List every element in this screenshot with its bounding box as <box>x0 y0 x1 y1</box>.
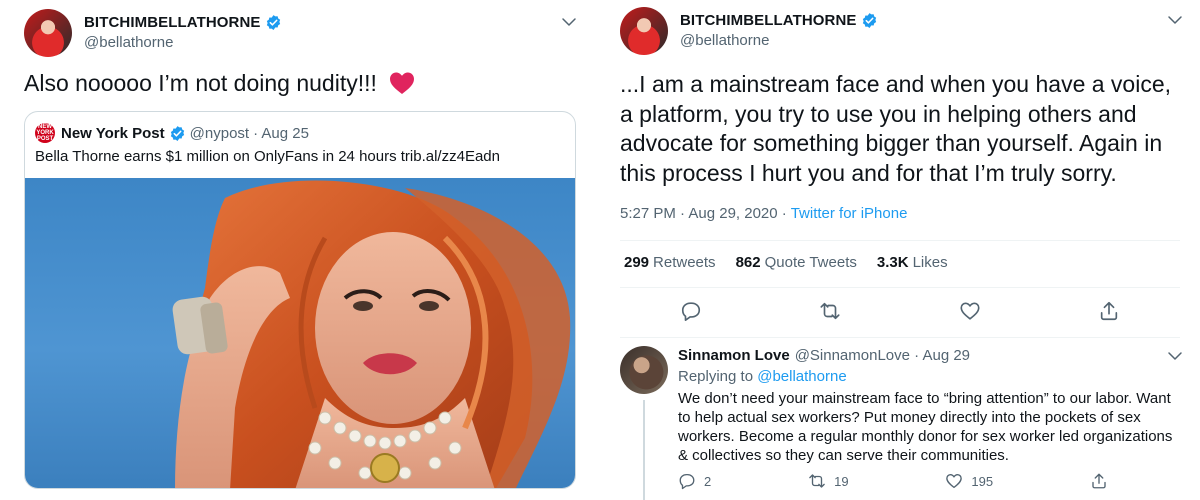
retweet-count: 19 <box>834 473 849 489</box>
portrait-photo-illustration <box>172 180 571 488</box>
reply-author-row[interactable]: Sinnamon Love @SinnamonLove · Aug 29 <box>678 347 970 364</box>
chevron-down-icon[interactable] <box>1166 11 1184 29</box>
tweet-stats: 299 Retweets 862 Quote Tweets 3.3K Likes <box>624 254 948 271</box>
share-icon <box>1092 473 1106 489</box>
heart-emoji-icon <box>390 72 415 94</box>
quoted-tweet-photo[interactable] <box>25 178 575 488</box>
author-name-row[interactable]: BITCHIMBELLATHORNE <box>680 12 878 29</box>
quoted-tweet-text: Bella Thorne earns $1 million on OnlyFan… <box>35 148 500 165</box>
quoted-author-name[interactable]: New York Post <box>61 125 165 142</box>
left-tweet-panel: BITCHIMBELLATHORNE @bellathorne Also noo… <box>0 0 600 500</box>
quoted-tweet-date: · Aug 25 <box>253 124 309 142</box>
like-count: 195 <box>971 473 994 489</box>
like-icon[interactable] <box>959 300 981 322</box>
tweet-source-link[interactable]: Twitter for iPhone <box>791 205 908 222</box>
chevron-down-icon[interactable] <box>1166 347 1184 365</box>
likes-count: 3.3K <box>876 254 909 271</box>
verified-badge-icon <box>266 15 280 30</box>
verified-badge-icon <box>862 13 876 28</box>
divider <box>620 287 1180 288</box>
retweets-label: Retweets <box>653 254 716 271</box>
tweet-text: Also nooooo I’m not doing nudity!!! <box>24 70 415 97</box>
reply-retweet-action[interactable]: 19 <box>808 472 849 490</box>
replying-to-handle-link[interactable]: @bellathorne <box>757 368 846 385</box>
reply-avatar[interactable] <box>620 346 668 394</box>
replying-to-label: Replying to <box>678 368 754 385</box>
author-handle[interactable]: @bellathorne <box>680 32 769 49</box>
verified-badge-icon <box>170 125 184 141</box>
reply-count: 2 <box>704 473 712 489</box>
likes-label: Likes <box>912 254 948 271</box>
divider <box>620 240 1180 241</box>
author-display-name[interactable]: BITCHIMBELLATHORNE <box>680 12 857 29</box>
chevron-down-icon[interactable] <box>560 13 578 31</box>
tweet-text-content: Also nooooo I’m not doing nudity!!! <box>24 70 377 96</box>
avatar[interactable] <box>620 7 668 55</box>
like-icon <box>946 474 963 489</box>
reply-text: We don’t need your mainstream face to “b… <box>678 390 1173 464</box>
reply-author-name[interactable]: Sinnamon Love <box>678 347 790 364</box>
quoted-tweet-card[interactable]: NEW YORK POST New York Post @nypost · Au… <box>24 111 576 489</box>
retweets-count: 299 <box>624 254 650 271</box>
quoted-author-handle[interactable]: @nypost <box>190 125 249 142</box>
tweet-meta: 5:27 PM · Aug 29, 2020 · Twitter for iPh… <box>620 205 907 222</box>
thread-connector-line <box>643 400 645 500</box>
divider <box>620 337 1180 338</box>
retweet-icon[interactable] <box>819 300 841 322</box>
author-name-row[interactable]: BITCHIMBELLATHORNE <box>84 14 282 31</box>
share-icon[interactable] <box>1098 300 1120 322</box>
replying-to-line: Replying to @bellathorne <box>678 368 847 385</box>
quote-tweets-stat[interactable]: 862 Quote Tweets <box>736 254 857 271</box>
reply-share-action[interactable] <box>1090 472 1108 490</box>
nypost-logo: NEW YORK POST <box>35 123 55 143</box>
reply-author-handle[interactable]: @SinnamonLove · Aug 29 <box>795 347 970 364</box>
reply-like-action[interactable]: 195 <box>945 472 993 490</box>
avatar[interactable] <box>24 9 72 57</box>
retweet-icon <box>809 474 825 488</box>
reply-icon[interactable] <box>680 300 702 322</box>
quote-tweets-label: Quote Tweets <box>764 254 857 271</box>
author-display-name[interactable]: BITCHIMBELLATHORNE <box>84 14 261 31</box>
tweet-timestamp[interactable]: 5:27 PM · Aug 29, 2020 · <box>620 205 787 222</box>
retweets-stat[interactable]: 299 Retweets <box>624 254 716 271</box>
reply-actions-bar: 2 19 195 <box>678 472 1108 490</box>
quoted-tweet-header: NEW YORK POST New York Post @nypost · Au… <box>35 123 309 143</box>
reply-icon <box>679 473 695 490</box>
likes-stat[interactable]: 3.3K Likes <box>877 254 948 271</box>
tweet-actions-bar <box>680 300 1120 322</box>
reply-reply-action[interactable]: 2 <box>678 472 711 490</box>
quote-tweets-count: 862 <box>735 254 761 271</box>
tweet-text: ...I am a mainstream face and when you h… <box>620 71 1172 186</box>
author-handle[interactable]: @bellathorne <box>84 34 173 51</box>
